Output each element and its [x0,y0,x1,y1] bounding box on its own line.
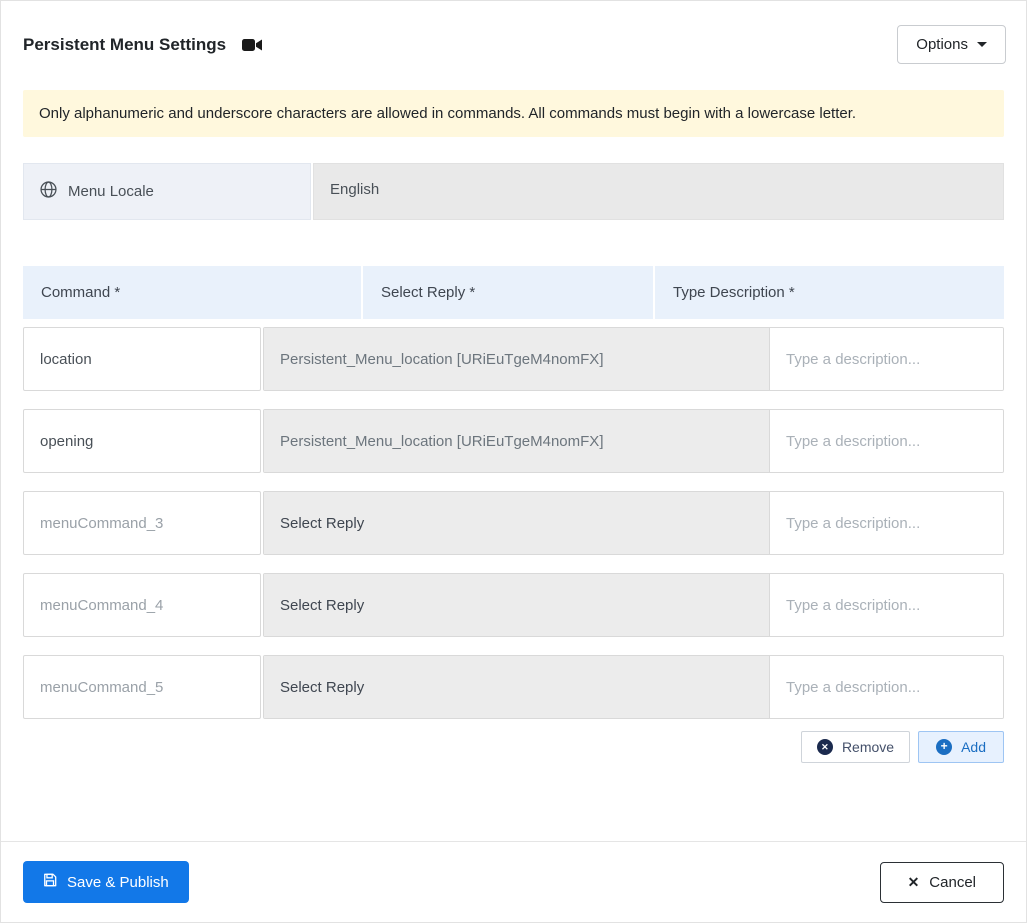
description-input[interactable] [769,410,1003,472]
page-title: Persistent Menu Settings [23,34,227,54]
reply-select[interactable]: Select Reply [264,656,769,718]
title-wrap: Persistent Menu Settings [23,35,263,55]
video-camera-icon[interactable] [242,38,263,52]
add-circle-icon: + [936,739,953,755]
persistent-menu-settings-page: Persistent Menu Settings Options Only al… [0,0,1027,923]
description-input[interactable] [769,328,1003,390]
column-header-type-description: Type Description * [655,266,1004,319]
reply-description-group: Select Reply [263,491,1004,555]
cancel-button-label: Cancel [929,873,976,891]
reply-description-group: Select Reply [263,573,1004,637]
remove-button-label: Remove [841,739,895,755]
topbar: Persistent Menu Settings Options [1,1,1026,74]
table-row: Select Reply [23,491,1004,555]
row-actions: ✕ Remove + Add [23,731,1004,763]
footer: Save & Publish ✕ Cancel [1,841,1026,922]
reply-description-group: Persistent_Menu_location [URiEuTgeM4nomF… [263,409,1004,473]
save-publish-button[interactable]: Save & Publish [23,861,189,903]
command-input[interactable] [23,655,261,719]
table-row: Persistent_Menu_location [URiEuTgeM4nomF… [23,409,1004,473]
command-input[interactable] [23,491,261,555]
reply-select[interactable]: Persistent_Menu_location [URiEuTgeM4nomF… [264,328,769,390]
description-input[interactable] [769,492,1003,554]
options-button-label: Options [916,36,968,53]
reply-description-group: Persistent_Menu_location [URiEuTgeM4nomF… [263,327,1004,391]
save-icon [43,873,57,891]
reply-select[interactable]: Persistent_Menu_location [URiEuTgeM4nomF… [264,410,769,472]
reply-description-group: Select Reply [263,655,1004,719]
chevron-down-icon [977,42,987,47]
command-input[interactable] [23,573,261,637]
reply-select[interactable]: Select Reply [264,492,769,554]
options-button[interactable]: Options [897,25,1006,64]
reply-select[interactable]: Select Reply [264,574,769,636]
close-icon: ✕ [907,873,920,890]
menu-locale-value[interactable]: English [313,163,1004,220]
add-row-button[interactable]: + Add [918,731,1004,763]
menu-locale-label: Menu Locale [68,183,154,200]
cancel-button[interactable]: ✕ Cancel [879,861,1004,903]
table-header: Command * Select Reply * Type Descriptio… [23,266,1004,319]
description-input[interactable] [769,656,1003,718]
table-row: Select Reply [23,573,1004,637]
command-input[interactable] [23,327,261,391]
table-row: Select Reply [23,655,1004,719]
remove-row-button[interactable]: ✕ Remove [800,731,911,763]
column-header-select-reply: Select Reply * [363,266,653,319]
remove-circle-icon: ✕ [816,739,833,755]
command-input[interactable] [23,409,261,473]
menu-locale-row: Menu Locale English [23,163,1004,220]
description-input[interactable] [769,574,1003,636]
column-header-command: Command * [23,266,361,319]
globe-icon [40,181,57,202]
save-publish-label: Save & Publish [67,873,169,891]
add-button-label: Add [961,739,986,755]
alert-banner: Only alphanumeric and underscore charact… [23,90,1004,137]
table-row: Persistent_Menu_location [URiEuTgeM4nomF… [23,327,1004,391]
menu-locale-label-cell: Menu Locale [23,163,311,220]
